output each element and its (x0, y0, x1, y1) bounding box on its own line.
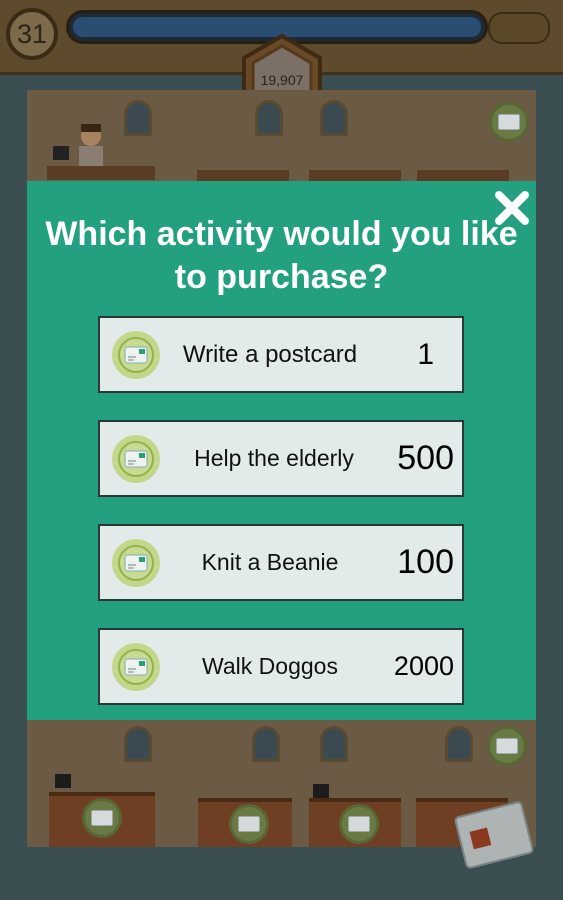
window (124, 726, 152, 762)
postcard-icon (112, 331, 160, 379)
activity-option-knit-beanie[interactable]: Knit a Beanie 100 (98, 524, 464, 601)
office-scene-top (27, 90, 536, 184)
bag-icon (313, 784, 329, 798)
postcard-icon (112, 643, 160, 691)
activity-option-walk-doggos[interactable]: Walk Doggos 2000 (98, 628, 464, 705)
postcard-icon (82, 798, 122, 838)
level-badge: 31 (6, 8, 58, 60)
bag-icon (55, 774, 71, 788)
postcard-icon (487, 726, 527, 766)
postcard-icon (339, 804, 379, 844)
desk (47, 166, 155, 180)
office-worker-icon (53, 124, 103, 166)
postcard-icon (229, 804, 269, 844)
activity-label: Walk Doggos (202, 653, 338, 679)
postcard-icon (112, 539, 160, 587)
window (445, 726, 473, 762)
dialog-question: Which activity would you like to purchas… (45, 215, 518, 296)
postcard-icon (489, 102, 529, 142)
activity-price: 2000 (393, 651, 454, 681)
coin-count: 19,907 (260, 72, 304, 88)
activity-option-help-elderly[interactable]: Help the elderly 500 (98, 420, 464, 497)
postcard-icon (112, 435, 160, 483)
window (124, 100, 152, 136)
window (320, 726, 348, 762)
window (320, 100, 348, 136)
activity-option-write-postcard[interactable]: Write a postcard 1 (98, 316, 464, 393)
activity-label: Write a postcard (182, 341, 358, 368)
activity-price: 100 (397, 543, 454, 581)
activity-label: Help the elderly (194, 445, 354, 471)
activity-label: Knit a Beanie (201, 549, 339, 575)
activity-price: 1 (417, 337, 434, 371)
window (252, 726, 280, 762)
window (255, 100, 283, 136)
xp-bar-cap (488, 12, 550, 44)
activity-price: 500 (397, 439, 454, 477)
level-number: 31 (16, 18, 48, 49)
